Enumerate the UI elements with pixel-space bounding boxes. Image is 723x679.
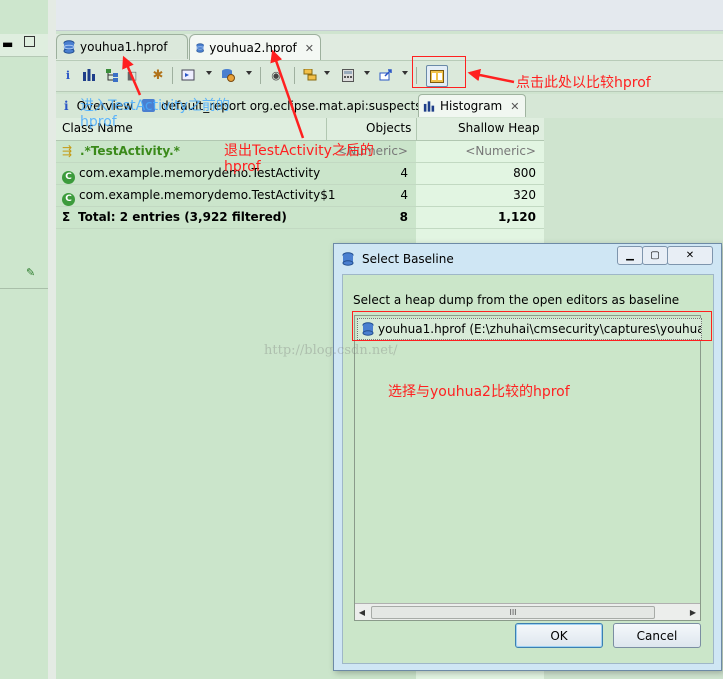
scroll-left-icon[interactable]: ◀: [355, 604, 369, 620]
watermark: http://blog.csdn.net/: [264, 343, 398, 358]
dialog-title: Select Baseline: [362, 252, 454, 266]
dialog-instruction: Select a heap dump from the open editors…: [353, 293, 680, 307]
database-icon: [342, 252, 354, 266]
minimize-button[interactable]: ▁: [617, 246, 643, 265]
highlight-box: [352, 311, 712, 341]
maximize-button[interactable]: ▢: [642, 246, 668, 265]
dialog-title-bar[interactable]: Select Baseline ▁ ▢ ✕: [334, 244, 721, 274]
select-baseline-dialog: Select Baseline ▁ ▢ ✕ Select a heap dump…: [333, 243, 722, 671]
horizontal-scrollbar[interactable]: ◀ III ▶: [355, 603, 700, 620]
annotation-select: 选择与youhua2比较的hprof: [388, 384, 570, 400]
ok-button[interactable]: OK: [515, 623, 603, 648]
scroll-thumb[interactable]: III: [371, 606, 655, 619]
scroll-right-icon[interactable]: ▶: [686, 604, 700, 620]
heap-dump-list[interactable]: youhua1.hprof (E:\zhuhai\cmsecurity\capt…: [354, 315, 702, 621]
cancel-button[interactable]: Cancel: [613, 623, 701, 648]
close-button[interactable]: ✕: [667, 246, 713, 265]
